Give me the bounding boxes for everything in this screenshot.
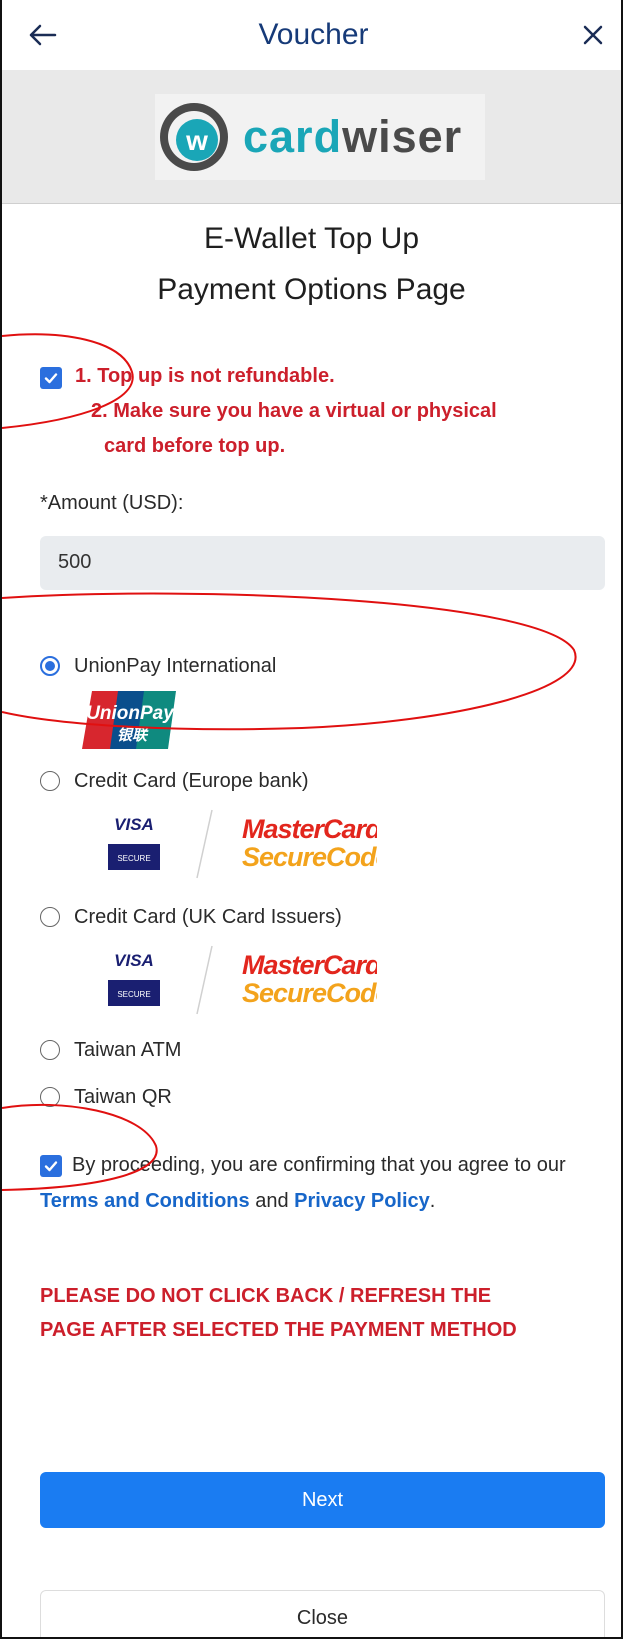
unionpay-logo: UnionPay 银联	[82, 691, 176, 749]
radio-taiwan-qr[interactable]	[40, 1087, 60, 1107]
radio-uk[interactable]	[40, 907, 60, 927]
notice-checkbox[interactable]	[40, 367, 62, 389]
payment-option-taiwan-qr[interactable]: Taiwan QR	[40, 1083, 172, 1111]
visa-secure-text: SECURE	[117, 854, 150, 863]
page-title-line2: Payment Options Page	[157, 273, 466, 306]
visa-secure-text: SECURE	[117, 990, 150, 999]
next-button[interactable]: Next	[40, 1472, 605, 1528]
unionpay-logo-cn: 银联	[117, 726, 149, 744]
payment-option-unionpay[interactable]: UnionPay International	[40, 652, 276, 680]
terms-link[interactable]: Terms and Conditions	[40, 1190, 250, 1212]
unionpay-logo-text: UnionPay	[86, 703, 175, 724]
cardwiser-logo-icon: w	[160, 103, 228, 171]
close-icon[interactable]	[573, 16, 613, 54]
logo-text-wiser: wiser	[342, 111, 463, 162]
close-button[interactable]: Close	[40, 1590, 605, 1637]
securecode-logo-text: SecureCode.	[242, 842, 377, 872]
mastercard-logo-text: MasterCard.	[242, 950, 377, 980]
payment-option-label: Credit Card (Europe bank)	[74, 769, 309, 792]
radio-unionpay[interactable]	[40, 656, 60, 676]
notice-line-2: 2. Make sure you have a virtual or physi…	[91, 400, 497, 422]
amount-label: *Amount (USD):	[40, 492, 184, 514]
payment-option-taiwan-atm[interactable]: Taiwan ATM	[40, 1036, 181, 1064]
brand-banner: w cardwiser	[2, 70, 621, 204]
visa-logo-text: VISA	[114, 951, 154, 970]
payment-option-europe[interactable]: Credit Card (Europe bank)	[40, 767, 309, 795]
notice-line-3: card before top up.	[104, 435, 286, 457]
payment-option-label: Taiwan QR	[74, 1085, 172, 1108]
payment-option-uk[interactable]: Credit Card (UK Card Issuers)	[40, 903, 342, 931]
agreement-text: By proceeding, you are confirming that y…	[72, 1154, 566, 1176]
warning-line-2: PAGE AFTER SELECTED THE PAYMENT METHOD	[40, 1319, 517, 1341]
do-not-refresh-warning: PLEASE DO NOT CLICK BACK / REFRESH THE P…	[40, 1279, 610, 1347]
agreement-end-text: .	[429, 1190, 436, 1212]
page-header-title: Voucher	[258, 18, 369, 51]
visa-logo-text: VISA	[114, 815, 154, 834]
privacy-link[interactable]: Privacy Policy	[294, 1190, 430, 1212]
page-title-line1: E-Wallet Top Up	[203, 222, 420, 255]
payment-option-label: Credit Card (UK Card Issuers)	[74, 905, 342, 928]
visa-mastercard-logo-uk: VISA SECURE MasterCard. SecureCode.	[108, 945, 377, 1015]
phone-frame: Voucher w cardwiser E-Wallet Top Up Paym…	[0, 0, 623, 1639]
agreement-block: By proceeding, you are confirming that y…	[40, 1147, 615, 1219]
radio-europe[interactable]	[40, 771, 60, 791]
notice-line-1: 1. Top up is not refundable.	[75, 365, 335, 387]
amount-field[interactable]: 500	[40, 536, 605, 590]
cardwiser-wordmark: cardwiser	[243, 111, 462, 163]
warning-line-1: PLEASE DO NOT CLICK BACK / REFRESH THE	[40, 1285, 492, 1307]
agreement-checkbox[interactable]	[40, 1155, 62, 1177]
svg-text:w: w	[185, 125, 208, 156]
radio-taiwan-atm[interactable]	[40, 1040, 60, 1060]
payment-option-label: Taiwan ATM	[74, 1038, 182, 1061]
securecode-logo-text: SecureCode.	[242, 978, 377, 1008]
cardwiser-logo: w cardwiser	[155, 94, 485, 180]
top-bar: Voucher	[2, 0, 621, 70]
agreement-and-text: and	[255, 1190, 289, 1212]
logo-text-card: card	[243, 111, 343, 162]
visa-mastercard-logo-europe: VISA SECURE MasterCard. SecureCode.	[108, 809, 377, 879]
mastercard-logo-text: MasterCard.	[242, 814, 377, 844]
payment-option-label: UnionPay International	[74, 654, 277, 677]
